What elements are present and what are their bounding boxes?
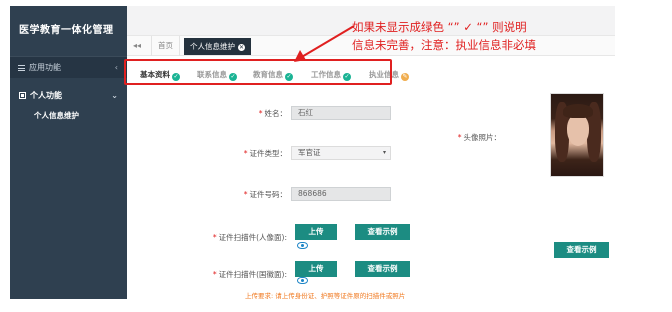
tab-profile[interactable]: 个人信息维护 ✕ <box>184 38 251 55</box>
eye-icon[interactable] <box>297 242 308 249</box>
upload-note: 上传要求: 请上传身份证、护照等证件原的扫描件或照片 <box>245 292 406 299</box>
sidebar-item-label: 应用功能 <box>29 63 61 72</box>
avatar-photo <box>550 93 604 177</box>
user-card-icon <box>19 92 26 99</box>
name-field[interactable]: 石红 <box>291 106 391 120</box>
close-icon[interactable]: ✕ <box>238 44 245 51</box>
pencil-icon: ✎ <box>401 73 409 81</box>
name-label: * 姓名： <box>258 109 287 118</box>
cert-type-label: * 证件类型： <box>243 149 287 158</box>
view-example-back-button[interactable]: 查看示例 <box>355 261 410 277</box>
chevron-down-icon: ⌄ <box>111 91 118 100</box>
tab-label: 个人信息维护 <box>190 42 235 51</box>
tab-home[interactable]: 首页 <box>151 36 180 56</box>
sidebar-item-apps[interactable]: 应用功能 ‹ <box>10 56 127 78</box>
annotation-line-2: 信息未完善，注意：执业信息非必填 <box>352 38 536 52</box>
cert-no-label: * 证件号码： <box>243 190 287 199</box>
tab-scroll-left-icon[interactable]: ◂◂ <box>133 36 141 56</box>
annotation-line-1: 如果未显示成绿色 “” ✓ “” 则说明 <box>352 20 527 34</box>
cert-type-select[interactable]: 军官证 ▾ <box>291 146 391 160</box>
sidebar: 医学教育一体化管理 应用功能 ‹ 个人功能 ⌄ 个人信息维护 <box>10 6 127 299</box>
select-value: 军官证 <box>298 148 321 157</box>
scan-back-label: * 证件扫描件(国徽面): <box>212 270 287 279</box>
cert-no-field[interactable]: 868686 <box>291 187 391 201</box>
view-example-front-button[interactable]: 查看示例 <box>355 224 410 240</box>
chevron-left-icon: ‹ <box>114 63 118 72</box>
caret-down-icon: ▾ <box>382 149 386 156</box>
eye-icon[interactable] <box>297 277 308 284</box>
menu-icon <box>18 65 25 71</box>
sidebar-item-label: 个人功能 <box>30 91 62 100</box>
photo-label: * 头像照片： <box>457 133 501 142</box>
annotation-text: 如果未显示成绿色 “” ✓ “” 则说明 信息未完善，注意：执业信息非必填 <box>352 18 592 54</box>
upload-front-button[interactable]: 上传 <box>295 224 337 240</box>
sidebar-item-profile[interactable]: 个人信息维护 <box>10 107 127 125</box>
scan-front-label: * 证件扫描件(人像面): <box>212 233 287 242</box>
app-title: 医学教育一体化管理 <box>19 25 114 36</box>
view-example-photo-button[interactable]: 查看示例 <box>554 242 609 258</box>
profile-form: * 姓名： 石红 * 证件类型： 军官证 ▾ * 证件号码： 868686 * 证件扫描件… <box>127 93 615 299</box>
upload-back-button[interactable]: 上传 <box>295 261 337 277</box>
sidebar-item-personal[interactable]: 个人功能 ⌄ <box>10 85 127 107</box>
